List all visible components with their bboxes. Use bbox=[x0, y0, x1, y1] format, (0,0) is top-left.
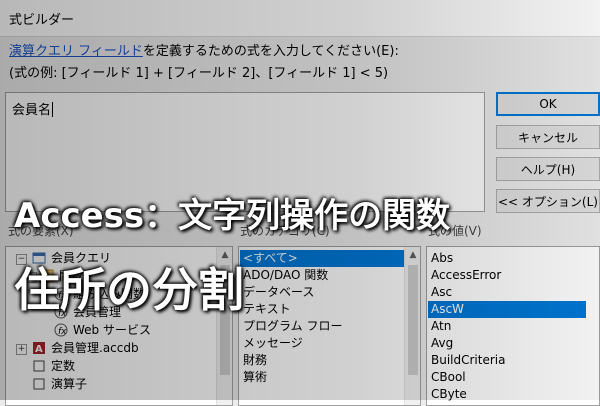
tree-item[interactable]: 定数 bbox=[32, 358, 75, 375]
list-item[interactable]: CByte bbox=[431, 386, 467, 403]
categories-list[interactable]: <すべて> ADO/DAO 関数 データベース テキスト プログラム フロー メ… bbox=[238, 246, 421, 406]
instruction-link[interactable]: 演算クエリ フィールド bbox=[9, 44, 143, 59]
scroll-thumb[interactable] bbox=[408, 265, 418, 375]
overlay-headline: Access：文字列操作の関数 bbox=[14, 196, 451, 236]
scroll-up-icon[interactable]: ▲ bbox=[405, 247, 420, 264]
list-item[interactable]: 算術 bbox=[243, 369, 267, 386]
list-item[interactable]: プログラム フロー bbox=[243, 318, 342, 335]
text-caret bbox=[52, 102, 54, 117]
operators-icon bbox=[33, 378, 45, 390]
web-service-icon: fx bbox=[54, 323, 68, 337]
tree-item[interactable]: fx Web サービス bbox=[54, 322, 151, 339]
svg-text:A: A bbox=[35, 344, 43, 355]
list-item[interactable]: AccessError bbox=[431, 267, 501, 284]
constants-icon bbox=[33, 360, 45, 372]
list-item[interactable]: Abs bbox=[431, 250, 453, 267]
instruction-rest: を定義するための式を入力してください(E): bbox=[142, 44, 399, 59]
overlay-subheadline: 住所の分割 bbox=[14, 263, 244, 317]
list-item[interactable]: ADO/DAO 関数 bbox=[243, 267, 328, 284]
list-item[interactable]: <すべて> bbox=[240, 250, 405, 267]
cancel-button[interactable]: キャンセル bbox=[496, 125, 600, 149]
values-list[interactable]: Abs AccessError Asc AscW Atn Avg BuildCr… bbox=[426, 246, 600, 406]
database-icon: A bbox=[33, 342, 45, 355]
options-button[interactable]: << オプション(L) bbox=[496, 189, 600, 213]
tree-item[interactable]: 演算子 bbox=[32, 376, 87, 393]
list-item[interactable]: BuildCriteria bbox=[431, 352, 505, 369]
list-item[interactable]: Avg bbox=[431, 335, 453, 352]
example-text: (式の例: [フィールド 1] + [フィールド 2]、[フィールド 1] < … bbox=[9, 66, 389, 81]
list-item[interactable]: Asc bbox=[431, 284, 452, 301]
instruction-text: 演算クエリ フィールドを定義するための式を入力してください(E): bbox=[9, 40, 399, 59]
list-item[interactable]: 財務 bbox=[243, 352, 267, 369]
help-button[interactable]: ヘルプ(H) bbox=[496, 157, 600, 181]
categories-scrollbar[interactable]: ▲ bbox=[404, 247, 420, 405]
ok-button[interactable]: OK bbox=[496, 92, 600, 116]
list-item[interactable]: テキスト bbox=[243, 301, 291, 318]
list-item[interactable]: CBool bbox=[431, 369, 466, 386]
window-title: 式ビルダー bbox=[9, 13, 75, 28]
expression-value: 会員名 bbox=[12, 103, 52, 118]
tree-item[interactable]: A 会員管理.accdb bbox=[32, 340, 139, 357]
svg-text:fx: fx bbox=[58, 327, 67, 337]
list-item[interactable]: データベース bbox=[243, 284, 314, 301]
titlebar: 式ビルダー bbox=[0, 0, 600, 37]
list-item[interactable]: メッセージ bbox=[243, 335, 303, 352]
list-item[interactable]: AscW bbox=[428, 301, 586, 318]
expand-toggle[interactable]: + bbox=[16, 344, 27, 355]
list-item[interactable]: Atn bbox=[431, 318, 451, 335]
